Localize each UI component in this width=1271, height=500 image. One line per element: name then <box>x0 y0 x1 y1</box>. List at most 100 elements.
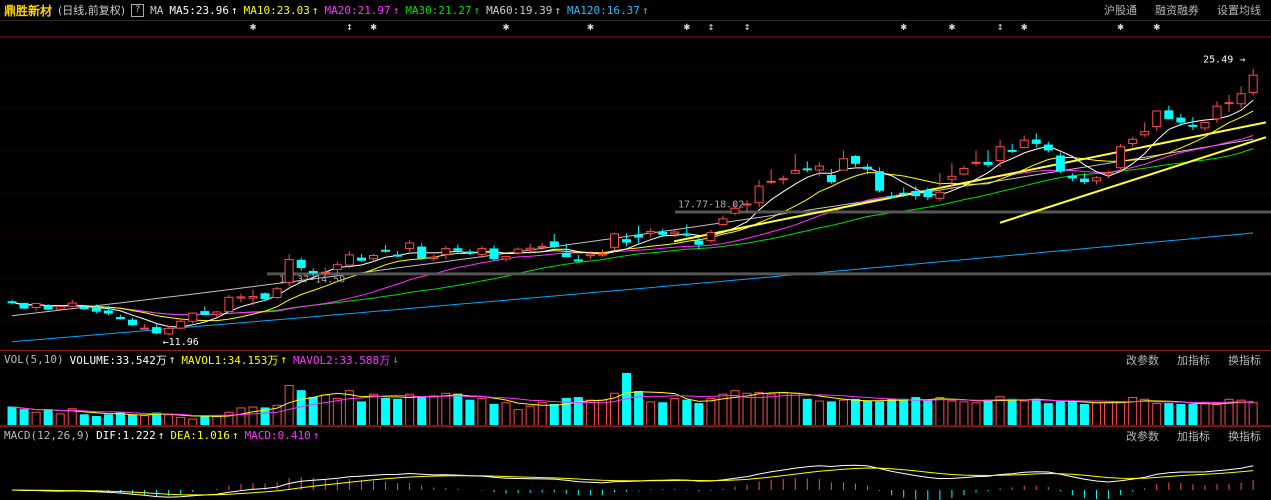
hk-connect-button[interactable]: 沪股通 <box>1104 2 1137 18</box>
volume-bar <box>814 400 824 426</box>
volume-bar <box>308 397 318 426</box>
candle-body <box>622 239 632 243</box>
candle-body <box>1140 131 1150 136</box>
candle-body <box>513 248 523 254</box>
candle-body <box>1128 138 1138 145</box>
event-marker: ↕ <box>346 20 353 33</box>
volume-bar <box>79 414 89 426</box>
margin-trading-button[interactable]: 融资融券 <box>1155 2 1199 18</box>
candle-body <box>103 310 113 314</box>
candle-body <box>405 242 415 249</box>
ma60-up-arrow-icon: ↑ <box>554 3 562 17</box>
ma-label: MA <box>150 3 164 17</box>
volume-bar <box>55 413 65 426</box>
candle-body <box>778 178 788 181</box>
candle-body <box>826 175 836 183</box>
event-marker: ✱ <box>1117 20 1124 33</box>
volume-bar <box>152 412 162 426</box>
candle-body <box>19 302 29 309</box>
candle-body <box>296 259 306 269</box>
volume-bar <box>128 414 137 426</box>
help-icon[interactable]: ? <box>131 3 145 17</box>
candle-body <box>381 249 391 252</box>
candle-body <box>429 256 439 259</box>
candle-body <box>646 230 656 234</box>
volume-bar <box>296 390 306 426</box>
macd-chart[interactable] <box>0 444 1271 500</box>
volume-bar <box>417 396 427 426</box>
price-band-1 <box>267 272 1271 276</box>
macd-change-params-button[interactable]: 改参数 <box>1126 428 1159 444</box>
candle-body <box>634 234 644 238</box>
volume-bar <box>1212 403 1222 426</box>
ma120-line <box>11 232 1254 343</box>
volume-bar <box>658 402 668 426</box>
volume-bar <box>1176 403 1186 426</box>
ma30-line <box>11 148 1254 316</box>
macd-header: MACD(12,26,9) DIF:1.222 ↑ DEA:1.016 ↑ MACD… <box>0 426 1271 444</box>
macd-switch-indicator-button[interactable]: 换指标 <box>1228 428 1261 444</box>
set-ma-button[interactable]: 设置均线 <box>1217 2 1261 18</box>
volume-bar <box>224 411 234 426</box>
mavol1-up-arrow-icon: ↑ <box>280 353 288 366</box>
volume-bar <box>1236 399 1246 426</box>
candle-body <box>465 251 475 254</box>
macd-add-indicator-button[interactable]: 加指标 <box>1177 428 1210 444</box>
volume-bar <box>887 398 897 426</box>
candle-body <box>790 170 800 174</box>
candle-body <box>658 231 668 235</box>
volume-bar <box>525 405 535 426</box>
candle-body <box>1104 172 1114 175</box>
candle-body <box>1092 177 1101 182</box>
candlestick-chart[interactable]: ✱ ↕ ✱ ✱ ✱ ✱ ↕ ↕ ✱ ✱ ↕ ✱ ✱ ✱14.37-14.5917.77-18.0225.4… <box>0 20 1271 350</box>
volume-bar <box>549 403 559 426</box>
candle-body <box>236 296 246 299</box>
candle-body <box>67 302 77 307</box>
candle-body <box>573 259 583 262</box>
candle-body <box>164 327 174 335</box>
candle-body <box>320 271 330 274</box>
macd-value: MACD:0.410 <box>244 429 311 442</box>
vol-change-params-button[interactable]: 改参数 <box>1126 352 1159 368</box>
volume-bar <box>838 399 848 426</box>
candle-body <box>344 254 354 266</box>
ma20-value: MA20:21.97 <box>324 3 391 17</box>
volume-bar <box>1200 402 1210 426</box>
ma120-value: MA120:16.37 <box>567 3 640 17</box>
volume-bar <box>248 406 258 426</box>
candle-body <box>1248 74 1258 93</box>
ma20-up-arrow-icon: ↑ <box>392 3 400 17</box>
candle-body <box>31 302 41 309</box>
candle-body <box>308 270 318 274</box>
event-marker: ↕ <box>997 20 1004 33</box>
dif-value: DIF:1.222 <box>96 429 156 442</box>
candle-body <box>1224 102 1234 105</box>
event-marker: ✱ <box>250 20 257 33</box>
ma5-value: MA5:23.96 <box>169 3 229 17</box>
candle-body <box>272 288 282 298</box>
vol-add-indicator-button[interactable]: 加指标 <box>1177 352 1210 368</box>
volume-bar <box>670 397 680 426</box>
volume-bar <box>742 392 752 426</box>
cycle-label[interactable]: (日线,前复权) <box>58 2 125 18</box>
volume-bar <box>320 394 330 426</box>
stock-name[interactable]: 鼎胜新材 <box>4 2 52 19</box>
candle-body <box>742 203 752 206</box>
volume-bar <box>899 398 909 426</box>
candle-body <box>212 311 222 315</box>
dea-up-arrow-icon: ↑ <box>231 429 239 442</box>
candle-body <box>91 306 101 312</box>
candle-body <box>1164 110 1174 119</box>
volume-chart[interactable] <box>0 368 1271 426</box>
candle-body <box>128 319 137 326</box>
candle-body <box>79 306 89 310</box>
volume-bar <box>19 409 29 426</box>
volume-bar <box>344 390 354 426</box>
ma30-up-arrow-icon: ↑ <box>473 3 481 17</box>
volume-bar <box>851 398 860 426</box>
vol-switch-indicator-button[interactable]: 换指标 <box>1228 352 1261 368</box>
volume-bar <box>1152 403 1162 426</box>
mavol2-down-arrow-icon: ↓ <box>392 353 399 366</box>
candle-body <box>115 317 125 320</box>
event-marker: ✱ <box>1021 20 1028 33</box>
